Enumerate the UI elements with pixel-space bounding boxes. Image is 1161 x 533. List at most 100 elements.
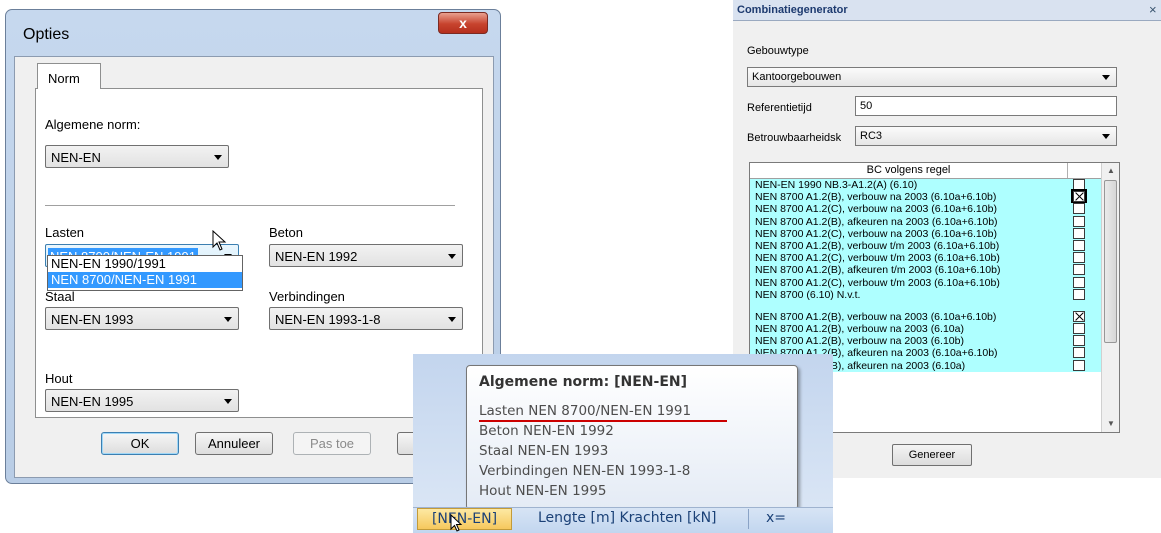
table-row[interactable]: NEN-EN 1990 NB.3-A1.2(A) (6.10) — [750, 179, 1101, 192]
checkbox[interactable] — [1073, 215, 1085, 227]
gebouwtype-label: Gebouwtype — [747, 45, 809, 57]
algemene-norm-select[interactable]: NEN-EN — [45, 145, 229, 168]
row-label: NEN 8700 A1.2(B), verbouw na 2003 (6.10a… — [755, 310, 997, 323]
checkbox[interactable] — [1073, 288, 1085, 300]
checkbox[interactable] — [1073, 359, 1085, 371]
annuleer-button[interactable]: Annuleer — [195, 432, 273, 455]
betrouwbaarheid-value: RC3 — [860, 130, 883, 142]
close-icon[interactable]: × — [1149, 2, 1157, 17]
table-row[interactable]: NEN 8700 A1.2(C), verbouw t/m 2003 (6.10… — [750, 252, 1101, 265]
grid-header-label: BC volgens regel — [750, 163, 1068, 178]
red-underline — [479, 420, 727, 422]
verbindingen-select[interactable]: NEN-EN 1993-1-8 — [269, 307, 463, 330]
statusbar-x: x= — [766, 510, 787, 526]
staal-label: Staal — [45, 289, 75, 304]
table-row[interactable]: NEN 8700 A1.2(B), afkeuren t/m 2003 (6.1… — [750, 264, 1101, 277]
scrollbar[interactable]: ▲ ▼ — [1101, 163, 1119, 432]
checkbox[interactable] — [1073, 323, 1085, 335]
table-row[interactable]: NEN 8700 A1.2(C), verbouw na 2003 (6.10a… — [750, 227, 1101, 240]
table-row[interactable] — [750, 300, 1101, 311]
verbindingen-value: NEN-EN 1993-1-8 — [275, 312, 381, 327]
table-row[interactable]: NEN 8700 A1.2(B), verbouw na 2003 (6.10b… — [750, 335, 1101, 348]
scroll-thumb[interactable] — [1104, 180, 1117, 343]
chevron-down-icon — [448, 317, 456, 322]
table-row[interactable]: NEN 8700 A1.2(B), verbouw na 2003 (6.10a… — [750, 310, 1101, 324]
checkbox-checked[interactable] — [1073, 310, 1085, 322]
genereer-button[interactable]: Genereer — [892, 444, 972, 466]
mouse-cursor-icon — [450, 514, 463, 532]
verbindingen-label: Verbindingen — [269, 289, 345, 304]
checkbox[interactable] — [1073, 335, 1085, 347]
hout-value: NEN-EN 1995 — [51, 394, 134, 409]
statusbar-separator — [748, 509, 749, 529]
row-label: NEN 8700 A1.2(B), verbouw t/m 2003 (6.10… — [755, 239, 1000, 252]
beton-label: Beton — [269, 225, 303, 240]
lasten-option[interactable]: NEN-EN 1990/1991 — [48, 256, 242, 272]
row-label: NEN 8700 A1.2(C), verbouw na 2003 (6.10a… — [755, 203, 997, 216]
betrouwbaarheid-select[interactable]: RC3 — [855, 126, 1117, 146]
lasten-option-selected[interactable]: NEN 8700/NEN-EN 1991 — [48, 272, 242, 288]
row-label: NEN 8700 A1.2(B), verbouw na 2003 (6.10a… — [755, 323, 964, 336]
table-row[interactable]: NEN 8700 A1.2(C), verbouw t/m 2003 (6.10… — [750, 276, 1101, 289]
checkbox[interactable] — [1073, 276, 1085, 288]
row-label: NEN 8700 (6.10) N.v.t. — [755, 288, 861, 301]
gebouwtype-select[interactable]: Kantoorgebouwen — [747, 67, 1117, 87]
grid-rows: NEN-EN 1990 NB.3-A1.2(A) (6.10) NEN 8700 … — [750, 179, 1101, 372]
chevron-down-icon — [214, 155, 222, 160]
checkbox[interactable] — [1073, 252, 1085, 264]
checkbox[interactable] — [1073, 179, 1085, 190]
lasten-label: Lasten — [45, 225, 85, 240]
tooltip-line-hout: Hout NEN-EN 1995 — [479, 483, 607, 499]
row-label: NEN 8700 A1.2(C), verbouw t/m 2003 (6.10… — [755, 276, 1000, 289]
table-row[interactable]: NEN 8700 A1.2(B), verbouw t/m 2003 (6.10… — [750, 239, 1101, 253]
tooltip-line-verbindingen: Verbindingen NEN-EN 1993-1-8 — [479, 463, 691, 479]
row-label: NEN 8700 A1.2(B), afkeuren t/m 2003 (6.1… — [755, 264, 1001, 277]
row-label: NEN 8700 A1.2(B), verbouw na 2003 (6.10a… — [755, 191, 997, 204]
referentietijd-label: Referentietijd — [747, 102, 812, 114]
checkbox[interactable] — [1073, 347, 1085, 359]
scroll-down-icon[interactable]: ▼ — [1102, 416, 1119, 432]
chevron-down-icon — [1102, 134, 1110, 139]
checkbox-checked[interactable] — [1071, 189, 1087, 205]
close-button[interactable]: x — [438, 12, 488, 34]
scroll-up-icon[interactable]: ▲ — [1102, 163, 1119, 179]
tooltip-line-staal: Staal NEN-EN 1993 — [479, 443, 609, 459]
grid-header: BC volgens regel — [750, 163, 1101, 179]
betrouwbaarheid-label: Betrouwbaarheidsk — [747, 132, 842, 144]
table-row[interactable]: NEN 8700 A1.2(B), verbouw na 2003 (6.10a… — [750, 323, 1101, 336]
statusbar-norm-button[interactable]: [NEN-EN] — [417, 508, 512, 530]
chevron-down-icon — [448, 254, 456, 259]
row-label: NEN-EN 1990 NB.3-A1.2(A) (6.10) — [755, 179, 918, 191]
tooltip-heading: Algemene norm: [NEN-EN] — [479, 374, 688, 390]
row-label: NEN 8700 A1.2(B), afkeuren na 2003 (6.10… — [755, 215, 998, 228]
referentietijd-input[interactable]: 50 — [855, 96, 1117, 116]
combi-title: Combinatiegenerator — [737, 4, 848, 16]
beton-value: NEN-EN 1992 — [275, 249, 358, 264]
beton-select[interactable]: NEN-EN 1992 — [269, 244, 463, 267]
checkbox[interactable] — [1073, 239, 1085, 251]
table-row[interactable]: NEN 8700 A1.2(B), afkeuren na 2003 (6.10… — [750, 215, 1101, 228]
table-row[interactable]: NEN 8700 (6.10) N.v.t. — [750, 288, 1101, 301]
table-row[interactable]: NEN 8700 A1.2(B), verbouw na 2003 (6.10a… — [750, 189, 1101, 205]
checkbox[interactable] — [1073, 227, 1085, 239]
tab-norm[interactable]: Norm — [37, 63, 101, 89]
checkbox[interactable] — [1073, 264, 1085, 276]
row-label: NEN 8700 A1.2(B), verbouw na 2003 (6.10b… — [755, 335, 964, 348]
algemene-norm-value: NEN-EN — [51, 150, 101, 165]
table-row[interactable]: NEN 8700 A1.2(C), verbouw na 2003 (6.10a… — [750, 203, 1101, 216]
statusbar-units: Lengte [m] Krachten [kN] — [538, 510, 717, 526]
algemene-norm-tooltip: Algemene norm: [NEN-EN] Lasten NEN 8700/… — [466, 365, 798, 510]
separator — [45, 205, 455, 207]
chevron-down-icon — [224, 399, 232, 404]
gebouwtype-value: Kantoorgebouwen — [752, 71, 842, 83]
hout-select[interactable]: NEN-EN 1995 — [45, 389, 239, 412]
ok-button[interactable]: OK — [101, 432, 179, 455]
pas-toe-button[interactable]: Pas toe — [293, 432, 371, 455]
opties-title: Opties — [23, 26, 70, 43]
lasten-dropdown-list: NEN-EN 1990/1991 NEN 8700/NEN-EN 1991 — [47, 255, 243, 291]
row-label: NEN 8700 A1.2(C), verbouw t/m 2003 (6.10… — [755, 252, 1000, 265]
staal-select[interactable]: NEN-EN 1993 — [45, 307, 239, 330]
row-label: NEN 8700 A1.2(C), verbouw na 2003 (6.10a… — [755, 227, 997, 240]
checkbox[interactable] — [1073, 203, 1085, 215]
staal-value: NEN-EN 1993 — [51, 312, 134, 327]
